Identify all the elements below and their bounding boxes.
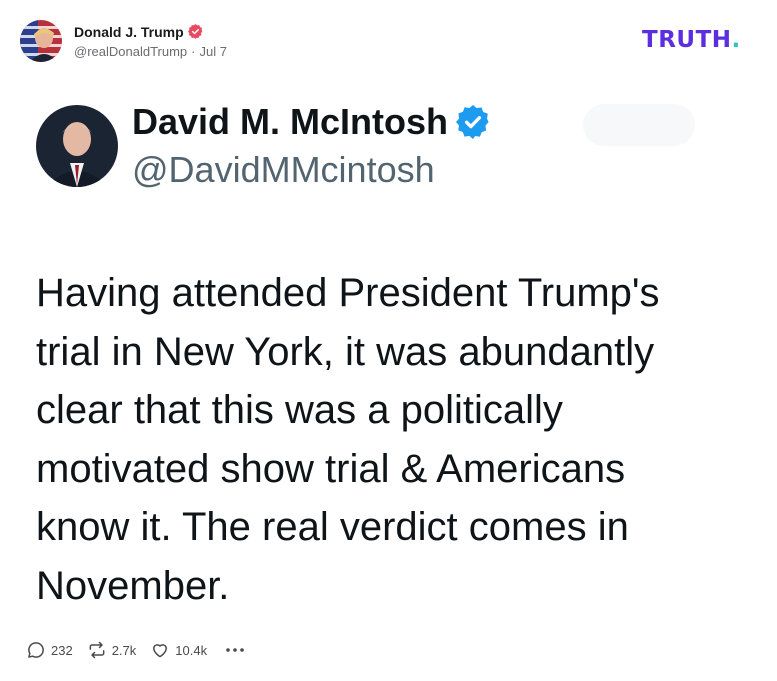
repost-count: 2.7k <box>111 642 137 658</box>
heart-icon <box>153 644 168 658</box>
action-bar: 232 2.7k 10.4k <box>26 640 245 660</box>
more-options-button[interactable] <box>225 646 245 654</box>
reply-icon <box>28 642 44 658</box>
author-meta: @realDonaldTrump · Jul 7 <box>74 44 227 59</box>
embed-author: David M. McIntosh @DavidMMcintosh <box>132 100 490 192</box>
author-avatar[interactable] <box>20 20 62 62</box>
more-dots-icon <box>226 648 244 652</box>
logo-dot: . <box>731 27 741 53</box>
embed-author-avatar <box>36 105 118 187</box>
post-date[interactable]: Jul 7 <box>200 44 227 59</box>
meta-separator: · <box>191 43 196 59</box>
follow-button-ghost <box>583 104 695 146</box>
embedded-post-image[interactable]: David M. McIntosh @DavidMMcintosh Having… <box>36 100 736 615</box>
repost-button[interactable]: 2.7k <box>87 640 137 660</box>
truth-logo: TRUTH. <box>642 27 741 53</box>
repost-icon <box>89 641 105 659</box>
embed-name-row: David M. McIntosh <box>132 100 490 144</box>
like-button[interactable]: 10.4k <box>150 640 207 660</box>
author-handle[interactable]: @realDonaldTrump <box>74 44 187 59</box>
embed-post-text: Having attended President Trump's trial … <box>36 271 660 608</box>
verified-badge-icon <box>456 105 489 139</box>
reply-count: 232 <box>51 642 73 658</box>
logo-text: TRUTH <box>642 27 732 53</box>
embed-author-name: David M. McIntosh <box>132 101 449 142</box>
verified-badge-icon <box>187 24 203 39</box>
author-name[interactable]: Donald J. Trump <box>74 24 184 40</box>
post-header: Donald J. Trump @realDonaldTrump · Jul 7 <box>20 20 227 62</box>
author-block: Donald J. Trump @realDonaldTrump · Jul 7 <box>74 24 227 59</box>
embed-author-handle: @DavidMMcintosh <box>132 149 435 190</box>
like-count: 10.4k <box>175 642 208 658</box>
author-name-row: Donald J. Trump <box>74 24 227 40</box>
reply-button[interactable]: 232 <box>26 640 73 660</box>
truth-social-post: Donald J. Trump @realDonaldTrump · Jul 7 T… <box>0 0 777 681</box>
